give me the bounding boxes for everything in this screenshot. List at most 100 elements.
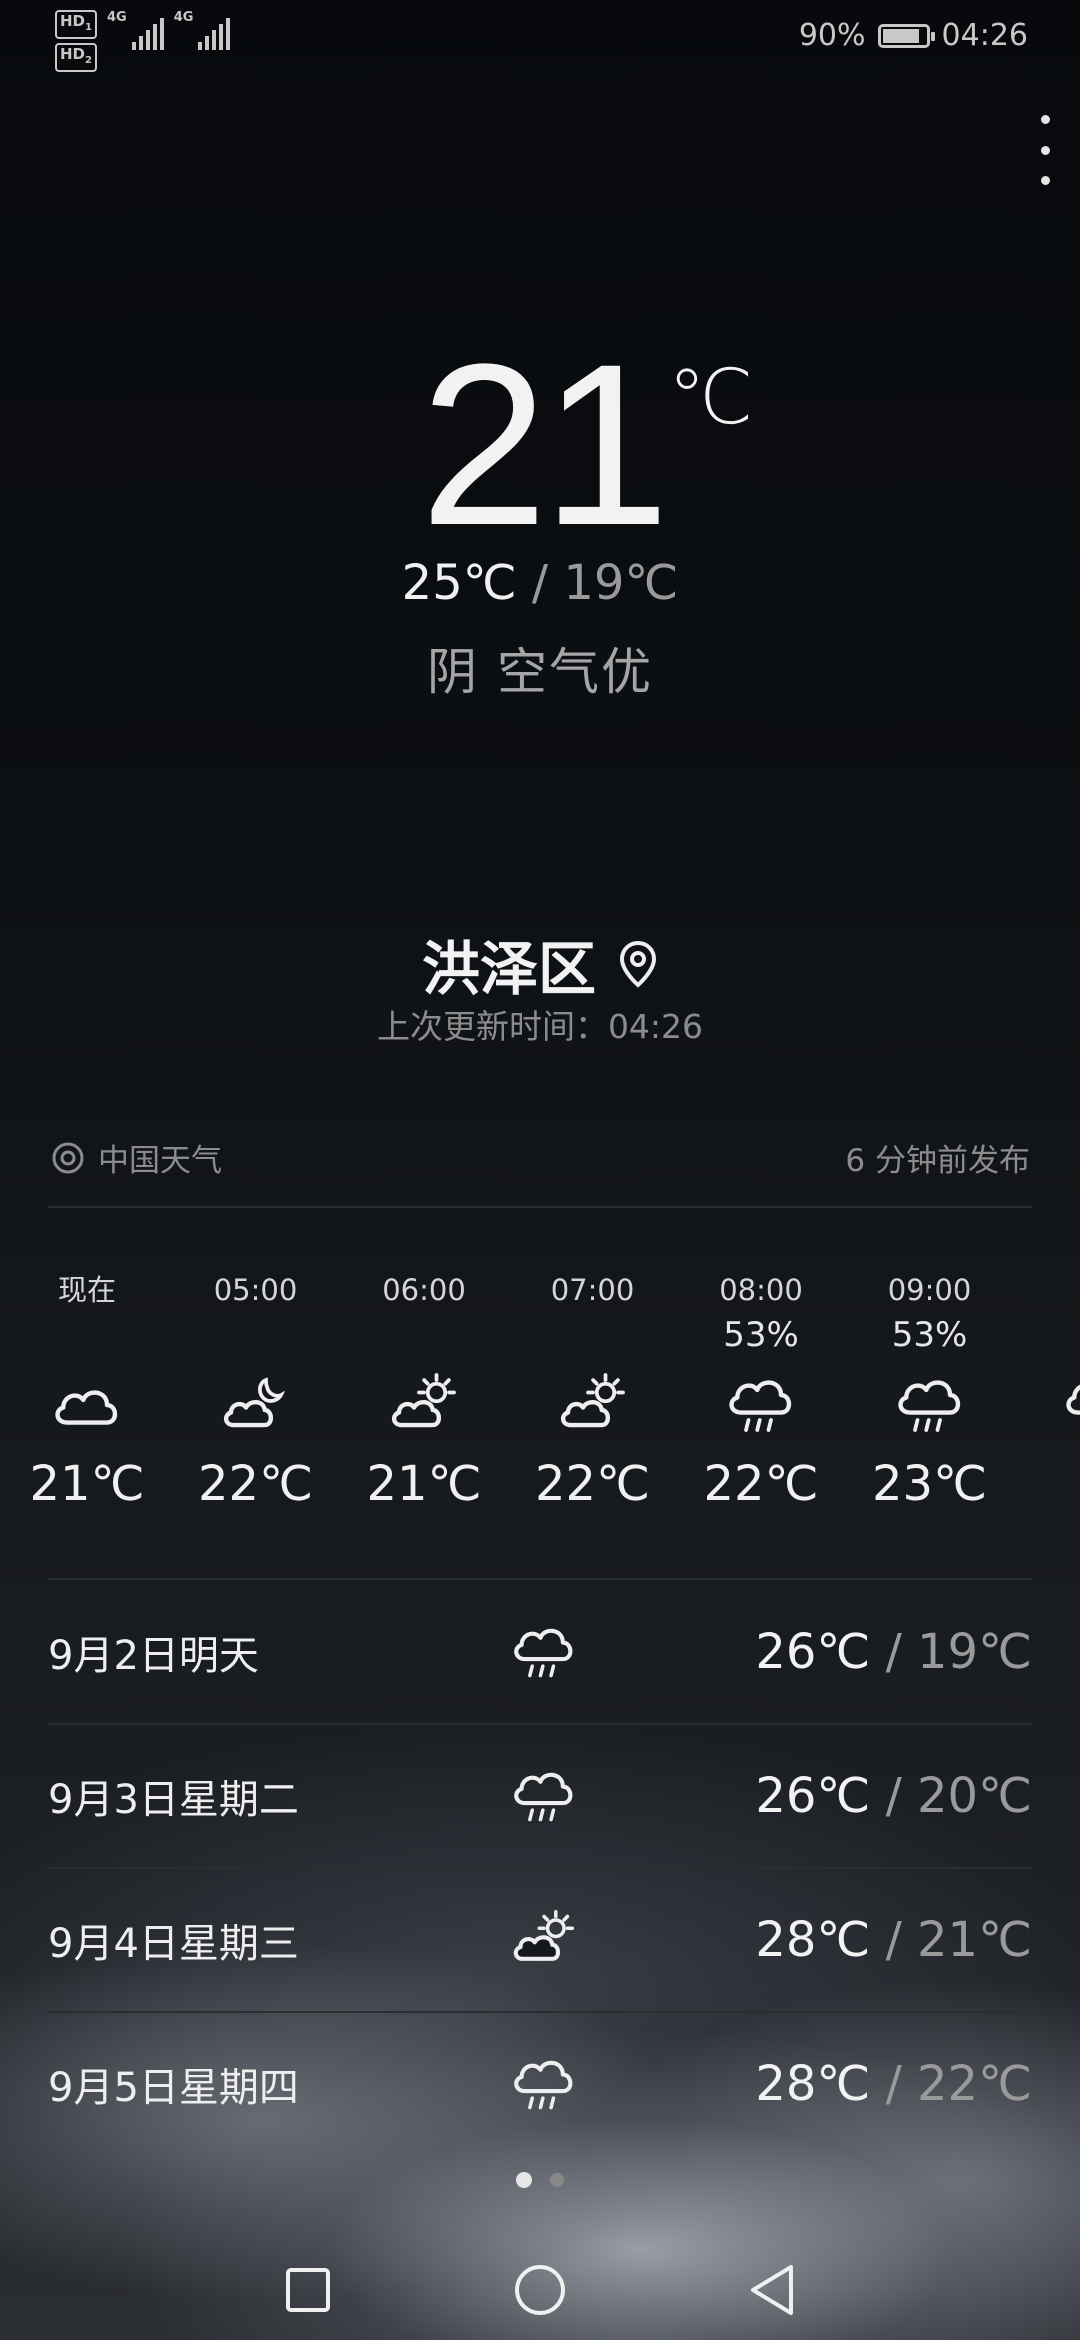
- temperature-unit: ℃: [668, 352, 754, 441]
- china-weather-logo-icon: [52, 1142, 84, 1173]
- precip-chance: [508, 1310, 678, 1360]
- precip-chance: [2, 1310, 172, 1360]
- back-button[interactable]: [742, 2260, 802, 2320]
- recent-apps-button[interactable]: [278, 2260, 338, 2320]
- hourly-item: 09:00 53% 23℃: [845, 1270, 1015, 1512]
- hour-temp: 22℃: [198, 1456, 313, 1512]
- source-name: 中国天气: [98, 1143, 222, 1179]
- triangle-back-icon: [751, 2265, 793, 2315]
- day-range: 26℃ / 20℃: [584, 1768, 1032, 1824]
- hour-time: 06:00: [382, 1273, 466, 1307]
- day-low: 21℃: [917, 1912, 1032, 1968]
- hour-temp: 21℃: [29, 1456, 145, 1512]
- hourly-item: 06:00 21℃: [339, 1270, 509, 1512]
- hour-temp: 21℃: [366, 1456, 482, 1512]
- hour-temp: 22℃: [535, 1456, 650, 1512]
- precip-chance: [1013, 1310, 1080, 1360]
- day-range: 28℃ / 22℃: [584, 2056, 1032, 2112]
- signal-icon-1: 4G: [107, 10, 164, 50]
- hourly-item: 08:00 53% 22℃: [676, 1270, 846, 1512]
- battery-icon: [877, 23, 935, 48]
- source-row: 中国天气 6 分钟前发布: [50, 1135, 1030, 1180]
- home-button[interactable]: [510, 2260, 570, 2320]
- hourly-item: 现在 21℃: [2, 1270, 172, 1512]
- rain-icon: [729, 1380, 792, 1432]
- range-separator: /: [885, 2056, 902, 2112]
- partly-cloudy-day-icon: [391, 1373, 456, 1428]
- current-temperature: 21: [420, 316, 670, 573]
- square-icon: [286, 2268, 330, 2312]
- divider: [48, 1206, 1032, 1208]
- precip-chance: [171, 1310, 341, 1360]
- rain-icon: [1066, 1384, 1080, 1415]
- day-high: 26℃: [755, 1624, 871, 1680]
- day-high: 28℃: [755, 1912, 871, 1968]
- rain-icon: [514, 1628, 573, 1678]
- day-range: 28℃ / 21℃: [584, 1912, 1032, 1968]
- range-separator: /: [885, 1768, 902, 1824]
- hour-time: 10: [1013, 1270, 1080, 1310]
- partly-cloudy-night-icon: [223, 1377, 285, 1428]
- hourly-forecast[interactable]: 现在 21℃ 05:00 22℃ 06:00 21℃ 07:00 22℃ 08:00 53% 22℃…: [0, 1270, 1080, 1540]
- today-high: 25℃: [401, 555, 517, 611]
- range-separator: /: [531, 555, 549, 611]
- signal-indicators: HD1 HD2 4G 4G: [55, 10, 231, 72]
- hourly-item: 10 2: [1013, 1270, 1080, 1512]
- hd-badge-1: HD1: [55, 10, 97, 39]
- day-label: 9月3日星期二: [48, 1777, 299, 1823]
- hourly-item: 07:00 22℃: [508, 1270, 678, 1512]
- circle-icon: [515, 2265, 565, 2315]
- hour-time: 07:00: [550, 1273, 635, 1307]
- precip-chance: 53%: [723, 1315, 799, 1355]
- weather-condition: 阴 空气优: [427, 643, 653, 701]
- hd-badge-2: HD2: [55, 43, 97, 72]
- day-high: 28℃: [755, 2056, 871, 2112]
- published-time: 6 分钟前发布: [845, 1143, 1030, 1179]
- precip-chance: [339, 1310, 509, 1360]
- cloud-icon: [55, 1390, 118, 1425]
- status-right: 90% 04:26: [799, 18, 1028, 53]
- last-updated: 上次更新时间：04:26: [376, 1007, 704, 1046]
- hour-time: 现在: [57, 1273, 116, 1307]
- rain-icon: [514, 2060, 573, 2110]
- hour-time: 08:00: [719, 1273, 803, 1307]
- page-indicator: [0, 2172, 1080, 2188]
- day-label: 9月2日明天: [48, 1633, 259, 1679]
- hourly-item: 05:00 22℃: [171, 1270, 341, 1512]
- more-options-icon[interactable]: [1030, 115, 1060, 185]
- day-high: 26℃: [755, 1768, 871, 1824]
- hour-temp: 22℃: [703, 1456, 819, 1512]
- source-provider[interactable]: 中国天气: [50, 1135, 222, 1180]
- location-pin-icon: [619, 940, 657, 988]
- signal-icon-2: 4G: [174, 10, 231, 50]
- page-dot: [550, 2173, 564, 2187]
- hour-temp: 23℃: [872, 1456, 987, 1512]
- range-separator: /: [885, 1912, 902, 1968]
- partly-cloudy-day-icon: [560, 1373, 625, 1428]
- daily-row[interactable]: 9月3日星期二 26℃ / 20℃: [48, 1724, 1032, 1868]
- day-low: 20℃: [917, 1768, 1032, 1824]
- daily-row[interactable]: 9月2日明天 26℃ / 19℃: [48, 1580, 1032, 1724]
- today-range: 25℃ / 19℃: [0, 555, 1080, 611]
- page-dot-active: [516, 2172, 532, 2188]
- hour-time: 05:00: [213, 1273, 298, 1307]
- rain-icon: [897, 1380, 960, 1432]
- today-low: 19℃: [563, 555, 679, 611]
- city-name: 洪泽区: [421, 935, 596, 1003]
- hour-temp: 2: [1013, 1456, 1080, 1512]
- clock: 04:26: [941, 18, 1028, 53]
- day-range: 26℃ / 19℃: [584, 1624, 1032, 1680]
- day-low: 19℃: [917, 1624, 1032, 1680]
- day-low: 22℃: [917, 2056, 1032, 2112]
- rain-icon: [514, 1772, 573, 1822]
- day-label: 9月5日星期四: [48, 2065, 299, 2111]
- partly-cloudy-day-icon: [513, 1909, 575, 1961]
- range-separator: /: [885, 1624, 902, 1680]
- precip-chance: 53%: [891, 1315, 968, 1355]
- battery-percent: 90%: [798, 18, 866, 53]
- day-label: 9月4日星期三: [48, 1921, 299, 1967]
- city-selector[interactable]: 洪泽区: [0, 922, 1080, 1006]
- daily-row[interactable]: 9月4日星期三 28℃ / 21℃: [48, 1868, 1032, 2012]
- status-bar: HD1 HD2 4G 4G 90% 04:26: [0, 0, 1080, 72]
- daily-row[interactable]: 9月5日星期四 28℃ / 22℃: [48, 2012, 1032, 2156]
